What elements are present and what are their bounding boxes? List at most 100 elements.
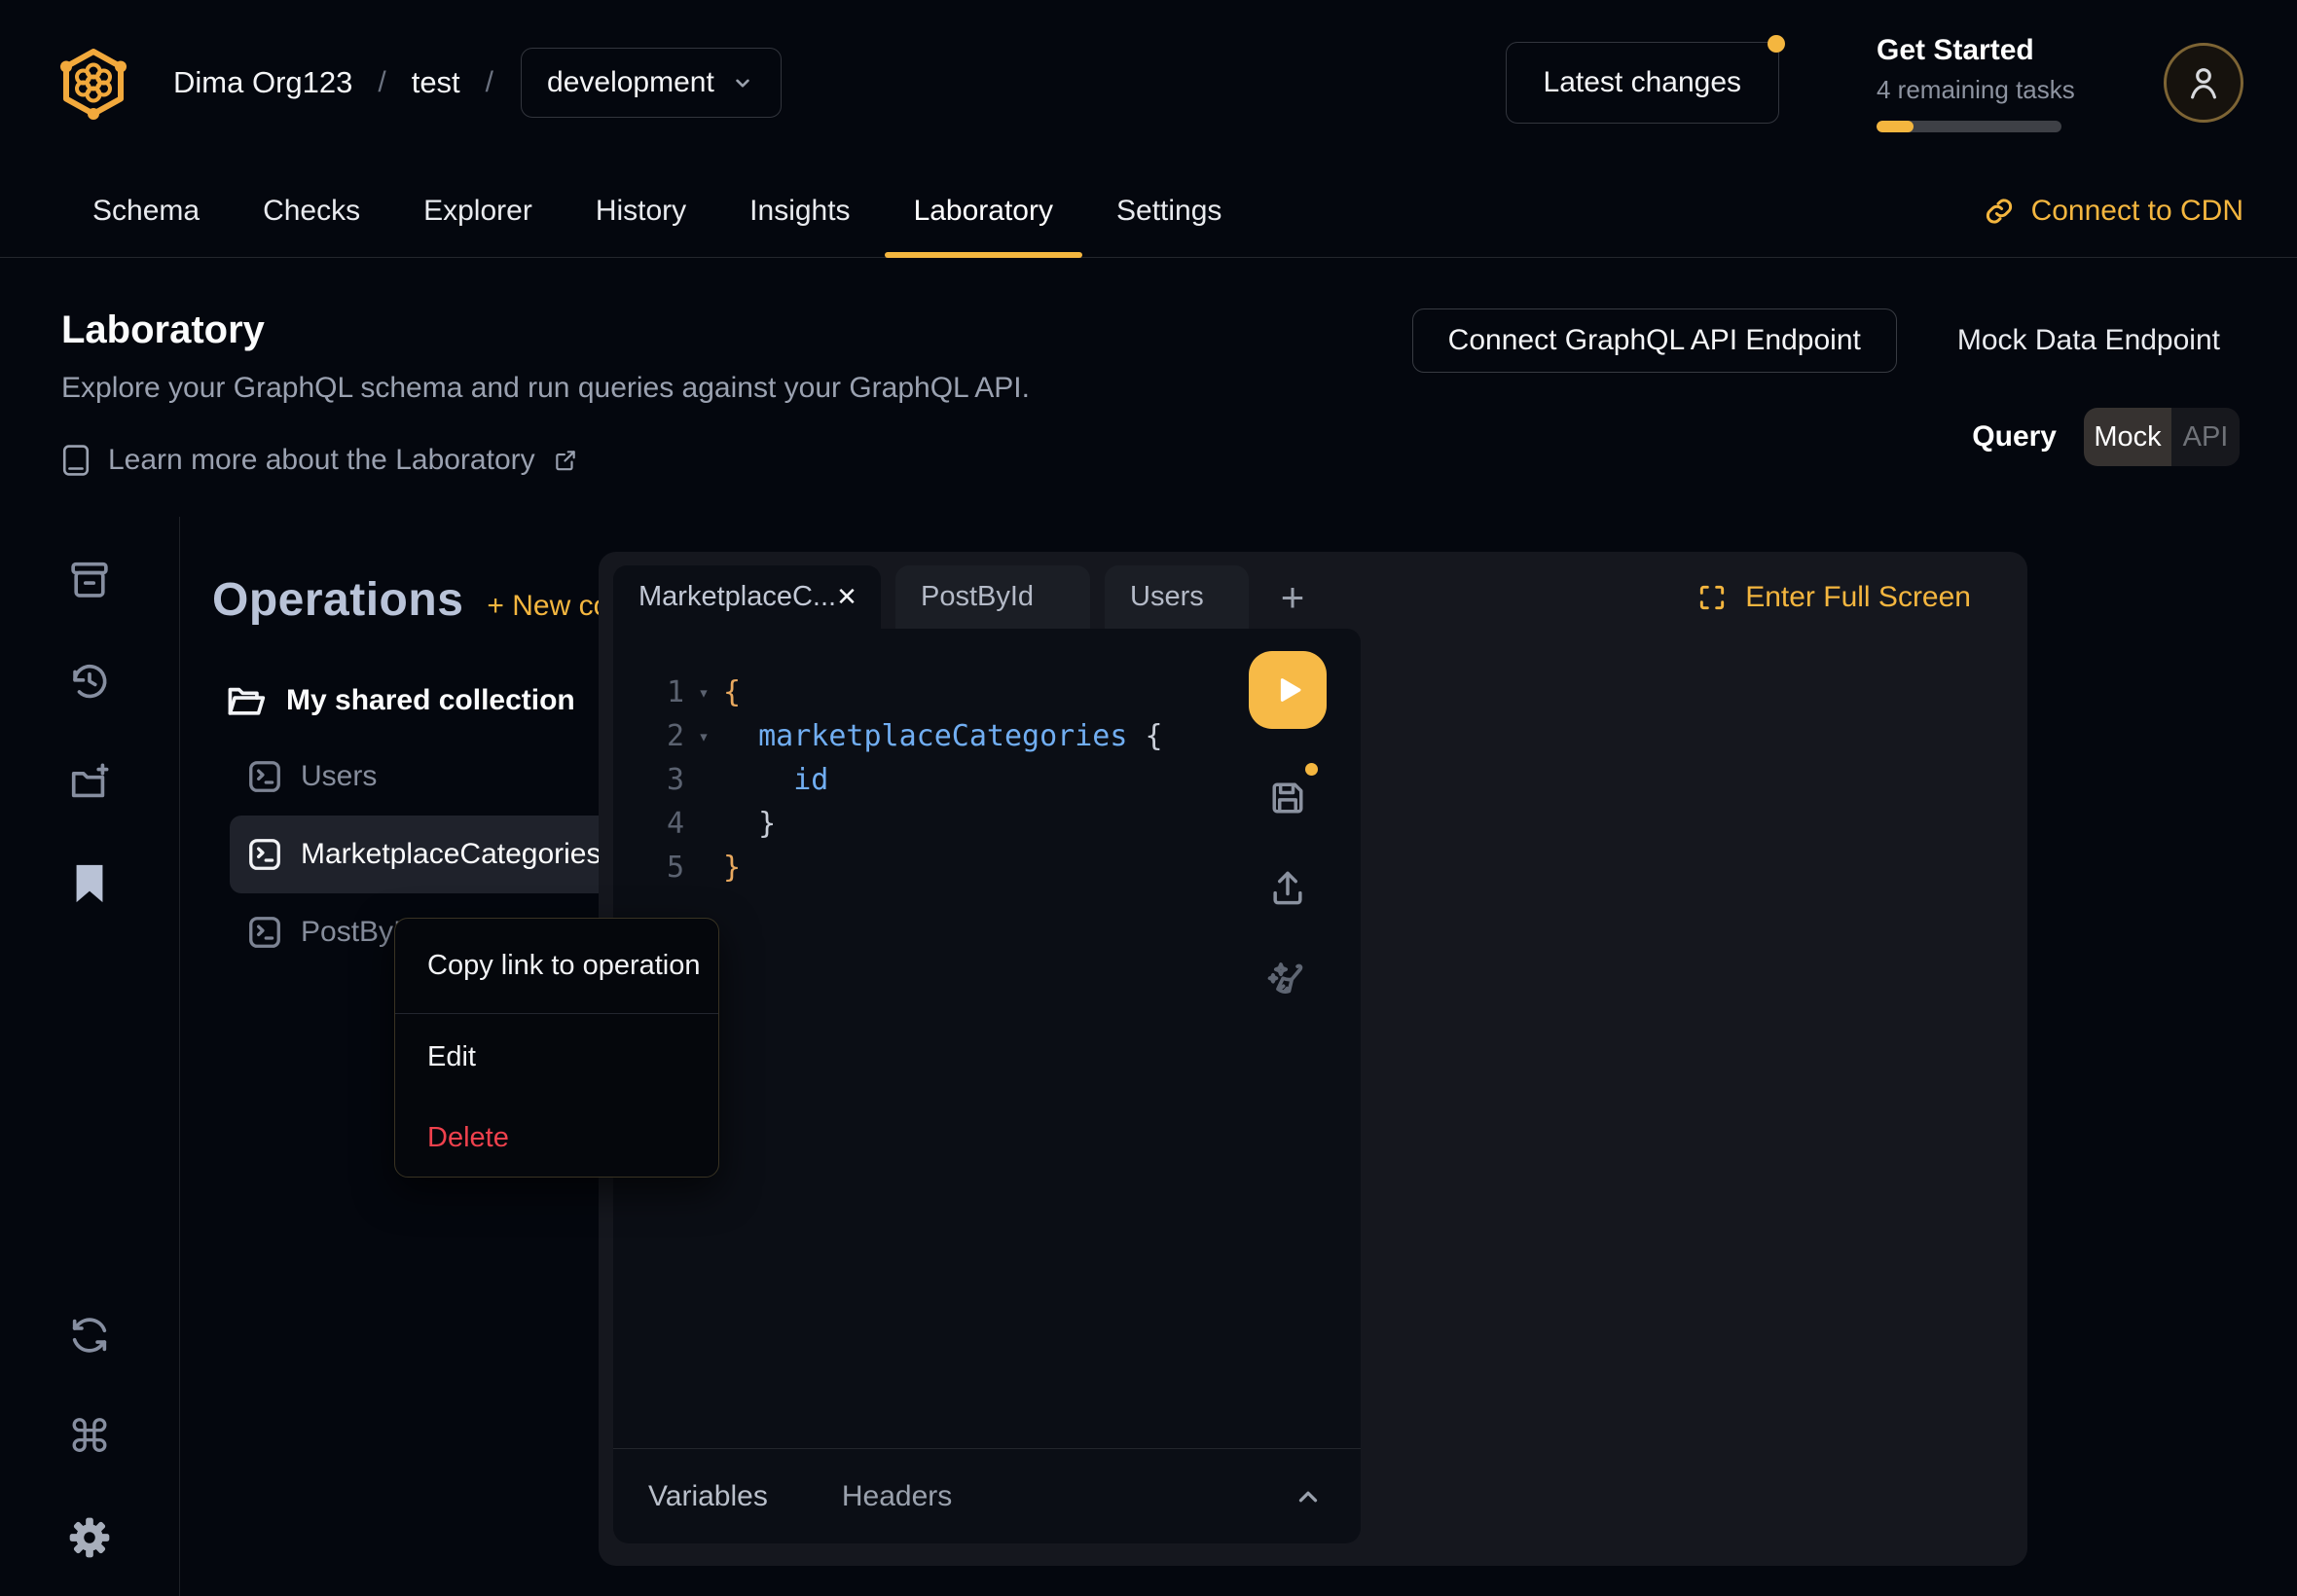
folder-plus-icon	[67, 760, 112, 805]
mock-data-endpoint-button[interactable]: Mock Data Endpoint	[1957, 324, 2220, 357]
breadcrumb-graph[interactable]: test	[386, 65, 486, 100]
enter-fullscreen-label: Enter Full Screen	[1745, 581, 1971, 614]
breadcrumb-separator: /	[378, 66, 385, 99]
variant-selector-value: development	[547, 66, 714, 99]
breadcrumb: Dima Org123 / test / development	[148, 48, 782, 118]
code-token: {	[1127, 719, 1162, 753]
fullscreen-icon	[1696, 582, 1728, 613]
operation-row-users[interactable]: Users	[230, 738, 655, 816]
tab-insights[interactable]: Insights	[720, 165, 879, 257]
history-icon[interactable]	[67, 659, 112, 704]
toggle-option-api[interactable]: API	[2171, 408, 2240, 466]
query-mode-toggle: Mock API	[2084, 408, 2240, 466]
app-header: Dima Org123 / test / development Latest …	[0, 0, 2297, 165]
fold-arrow-icon[interactable]: ▾	[684, 726, 723, 747]
tool-rail: ⌘	[0, 517, 180, 1596]
line-number: 2	[613, 719, 684, 753]
schema-reference-icon[interactable]	[67, 558, 112, 602]
operations-heading: Operations	[212, 573, 463, 627]
code-token: id	[723, 763, 828, 797]
new-collection-folder-icon[interactable]	[67, 760, 112, 805]
code-line: 3 id	[613, 758, 1361, 802]
code-line: 5 }	[613, 846, 1361, 889]
learn-more-link[interactable]: Learn more about the Laboratory	[61, 444, 1030, 477]
fold-arrow-icon[interactable]: ▾	[684, 682, 723, 704]
laboratory-workspace: ⌘	[0, 517, 2297, 1596]
variant-selector[interactable]: development	[521, 48, 782, 118]
upload-icon	[1266, 867, 1309, 910]
breadcrumb-separator: /	[486, 66, 493, 99]
saved-operations-icon[interactable]	[67, 861, 112, 906]
folder-open-icon	[224, 679, 267, 722]
prettify-button[interactable]	[1263, 958, 1314, 1008]
editor-tab-postbyid[interactable]: PostById	[895, 565, 1090, 629]
editor-tab-label: Users	[1130, 581, 1204, 613]
tab-settings[interactable]: Settings	[1087, 165, 1251, 257]
connect-endpoint-button[interactable]: Connect GraphQL API Endpoint	[1412, 308, 1897, 373]
code-token: {	[723, 675, 741, 709]
menu-item-edit[interactable]: Edit	[395, 1014, 718, 1100]
chevron-down-icon	[730, 70, 755, 95]
operation-terminal-icon	[246, 914, 283, 951]
editor-tab-users[interactable]: Users	[1105, 565, 1249, 629]
link-icon	[1983, 195, 2016, 228]
headers-tab[interactable]: Headers	[842, 1480, 952, 1513]
editor-tab-marketplacecategories[interactable]: MarketplaceC... ✕	[613, 565, 881, 629]
editor-tab-label: MarketplaceC...	[638, 581, 836, 613]
code-line: 2 ▾ marketplaceCategories {	[613, 714, 1361, 758]
close-tab-icon[interactable]: ✕	[836, 582, 857, 612]
user-avatar[interactable]	[2164, 43, 2243, 123]
operation-terminal-icon	[246, 758, 283, 795]
person-icon	[2183, 62, 2224, 103]
refresh-icon[interactable]	[67, 1313, 112, 1358]
tab-laboratory[interactable]: Laboratory	[885, 165, 1082, 257]
menu-item-copy-link[interactable]: Copy link to operation	[395, 919, 718, 1013]
query-editor[interactable]: 1 ▾ { 2 ▾ marketplaceCategories { 3 id	[613, 629, 1361, 1448]
operation-label: Users	[301, 760, 377, 793]
keyboard-shortcuts-icon[interactable]: ⌘	[67, 1414, 112, 1459]
save-operation-button[interactable]	[1266, 777, 1309, 819]
breadcrumb-org[interactable]: Dima Org123	[148, 65, 378, 100]
add-tab-button[interactable]: +	[1263, 565, 1322, 629]
line-number: 5	[613, 851, 684, 885]
connect-to-cdn-link[interactable]: Connect to CDN	[1983, 195, 2243, 228]
share-operation-button[interactable]	[1266, 867, 1309, 910]
book-icon	[61, 444, 91, 477]
collection-name: My shared collection	[286, 684, 575, 717]
tab-checks[interactable]: Checks	[234, 165, 389, 257]
sync-arrows-icon	[67, 1313, 112, 1358]
tab-schema[interactable]: Schema	[63, 165, 229, 257]
page-description: Explore your GraphQL schema and run quer…	[61, 372, 1030, 405]
settings-gear-icon[interactable]	[67, 1515, 112, 1560]
connect-to-cdn-label: Connect to CDN	[2031, 195, 2243, 228]
code-token: }	[723, 851, 741, 885]
tab-explorer[interactable]: Explorer	[394, 165, 562, 257]
line-number: 3	[613, 763, 684, 797]
operation-row-marketplacecategories[interactable]: MarketplaceCategories	[230, 816, 655, 893]
latest-changes-label: Latest changes	[1544, 66, 1741, 99]
editor-panel: Enter Full Screen MarketplaceC... ✕ Post…	[599, 552, 2027, 1566]
editor-bottom-bar: Variables Headers	[613, 1448, 1361, 1543]
notification-dot	[1768, 35, 1785, 53]
editor-tab-label: PostById	[921, 581, 1034, 613]
enter-fullscreen-button[interactable]: Enter Full Screen	[1696, 581, 1971, 614]
collapse-chevron-up-icon[interactable]	[1291, 1479, 1326, 1514]
learn-more-label: Learn more about the Laboratory	[108, 444, 535, 477]
query-label: Query	[1972, 420, 2057, 453]
operation-label: MarketplaceCategories	[301, 838, 601, 871]
code-line: 4 }	[613, 802, 1361, 846]
get-started-widget[interactable]: Get Started 4 remaining tasks	[1877, 34, 2061, 132]
app-logo-icon[interactable]	[58, 46, 128, 120]
line-number: 1	[613, 675, 684, 709]
page-header: Laboratory Explore your GraphQL schema a…	[0, 258, 2297, 517]
graph-nav: Schema Checks Explorer History Insights …	[0, 165, 2297, 258]
latest-changes-button[interactable]: Latest changes	[1506, 42, 1779, 124]
play-icon	[1269, 671, 1306, 708]
tab-history[interactable]: History	[566, 165, 715, 257]
external-link-icon	[553, 448, 578, 473]
run-query-button[interactable]	[1249, 651, 1327, 729]
toggle-option-mock[interactable]: Mock	[2084, 408, 2171, 466]
menu-item-delete[interactable]: Delete	[395, 1100, 718, 1177]
variables-tab[interactable]: Variables	[648, 1480, 768, 1513]
save-floppy-icon	[1266, 777, 1309, 819]
